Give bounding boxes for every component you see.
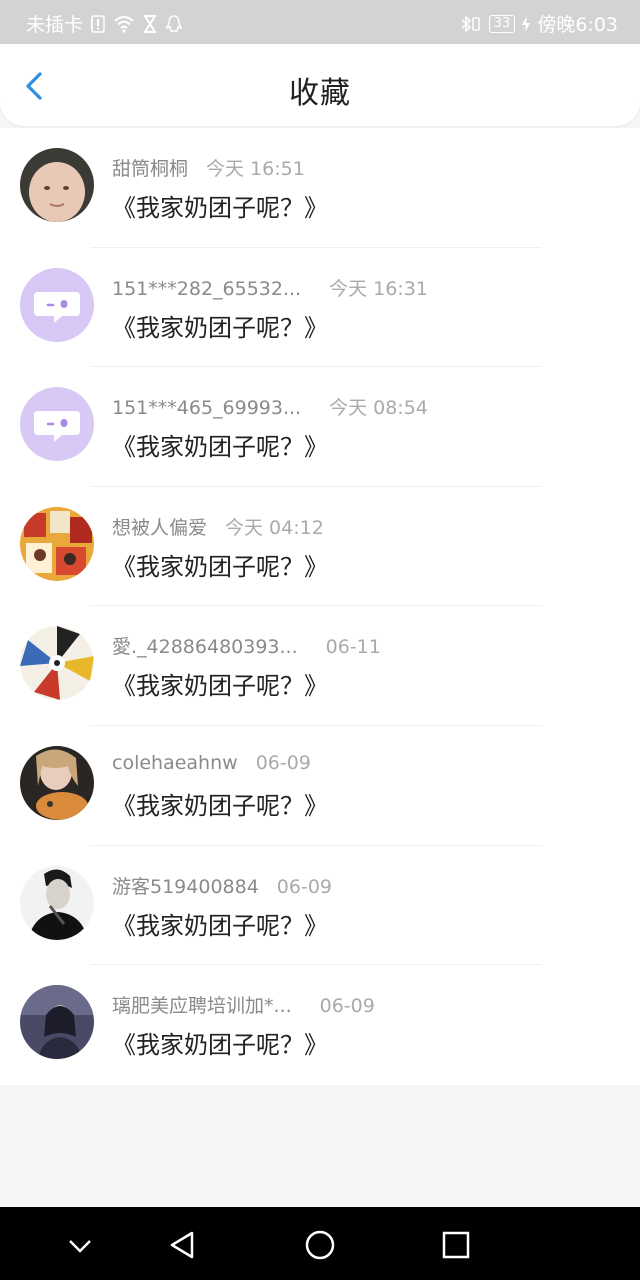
username[interactable]: 璃肥美应聘培训加*... — [112, 995, 292, 1017]
back-triangle-icon[interactable] — [162, 1225, 202, 1265]
navigation-bar — [0, 1207, 640, 1280]
item-meta: 愛._42886480393... 06-11 — [112, 632, 381, 659]
item-meta: 游客519400884 06-09 — [112, 872, 332, 899]
username[interactable]: 想被人偏爱 — [112, 517, 207, 539]
book-title[interactable]: 《我家奶团子呢？》 — [112, 188, 328, 223]
timestamp: 今天 04:12 — [225, 516, 324, 539]
timestamp: 06-09 — [319, 995, 375, 1018]
favorites-list: 甜筒桐桐 今天 16:51 《我家奶团子呢？》 151***282_65532..… — [0, 128, 640, 1085]
item-meta: 甜筒桐桐 今天 16:51 — [112, 154, 305, 181]
book-title[interactable]: 《我家奶团子呢？》 — [112, 547, 328, 582]
book-title[interactable]: 《我家奶团子呢？》 — [112, 1025, 328, 1060]
list-item[interactable]: colehaeahnw 06-09 《我家奶团子呢？》 — [0, 726, 640, 846]
item-meta: colehaeahnw 06-09 — [112, 752, 311, 774]
wifi-icon — [114, 15, 134, 33]
avatar[interactable] — [20, 865, 94, 940]
timestamp: 今天 08:54 — [329, 397, 428, 420]
username[interactable]: 游客519400884 — [112, 876, 259, 898]
username[interactable]: 愛._42886480393... — [112, 636, 298, 658]
timestamp: 06-09 — [255, 751, 311, 774]
home-circle-icon[interactable] — [300, 1225, 340, 1265]
list-item[interactable]: 想被人偏爱 今天 04:12 《我家奶团子呢？》 — [0, 487, 640, 607]
username[interactable]: colehaeahnw — [112, 752, 238, 774]
battery-level: 33 — [488, 14, 516, 33]
avatar[interactable] — [20, 745, 94, 820]
timestamp: 今天 16:31 — [329, 277, 428, 300]
chevron-down-icon[interactable] — [60, 1225, 100, 1265]
list-item[interactable]: 游客519400884 06-09 《我家奶团子呢？》 — [0, 846, 640, 966]
qq-icon — [165, 14, 183, 32]
book-title[interactable]: 《我家奶团子呢？》 — [112, 427, 328, 462]
clock: 傍晚6:03 — [537, 14, 618, 36]
list-item[interactable]: 151***282_65532... 今天 16:31 《我家奶团子呢？》 — [0, 248, 640, 368]
timestamp: 今天 16:51 — [206, 158, 305, 180]
avatar[interactable] — [20, 267, 94, 342]
username[interactable]: 甜筒桐桐 — [112, 158, 188, 180]
list-item[interactable]: 璃肥美应聘培训加*... 06-09 《我家奶团子呢？》 — [0, 965, 640, 1085]
timestamp: 06-09 — [276, 875, 333, 898]
list-item[interactable]: 愛._42886480393... 06-11 《我家奶团子呢？》 — [0, 606, 640, 726]
hourglass-icon — [144, 14, 157, 33]
bluetooth-vibrate-icon — [461, 14, 480, 33]
status-bar: 未插卡 33 傍晚6:03 — [0, 0, 640, 44]
carrier-label: 未插卡 — [26, 14, 84, 36]
book-title[interactable]: 《我家奶团子呢？》 — [112, 786, 328, 821]
avatar[interactable] — [20, 387, 94, 462]
book-title[interactable]: 《我家奶团子呢？》 — [112, 906, 328, 941]
username[interactable]: 151***282_65532... — [112, 278, 301, 300]
item-meta: 想被人偏爱 今天 04:12 — [112, 513, 324, 540]
item-meta: 151***465_69993... 今天 08:54 — [112, 393, 428, 420]
book-title[interactable]: 《我家奶团子呢？》 — [112, 308, 328, 343]
book-title[interactable]: 《我家奶团子呢？》 — [112, 666, 328, 701]
sim-alert-icon — [91, 14, 105, 33]
avatar[interactable] — [20, 506, 94, 581]
avatar[interactable] — [20, 985, 94, 1060]
item-meta: 璃肥美应聘培训加*... 06-09 — [112, 991, 375, 1018]
recents-square-icon[interactable] — [436, 1225, 476, 1265]
page-title: 收藏 — [289, 76, 351, 111]
app-header: 收藏 — [0, 44, 640, 126]
timestamp: 06-11 — [325, 636, 381, 659]
avatar[interactable] — [20, 626, 94, 701]
item-meta: 151***282_65532... 今天 16:31 — [112, 274, 428, 301]
list-item[interactable]: 甜筒桐桐 今天 16:51 《我家奶团子呢？》 — [0, 128, 640, 248]
list-item[interactable]: 151***465_69993... 今天 08:54 《我家奶团子呢？》 — [0, 367, 640, 487]
avatar[interactable] — [20, 148, 94, 222]
charging-icon — [522, 15, 531, 32]
username[interactable]: 151***465_69993... — [112, 397, 301, 419]
